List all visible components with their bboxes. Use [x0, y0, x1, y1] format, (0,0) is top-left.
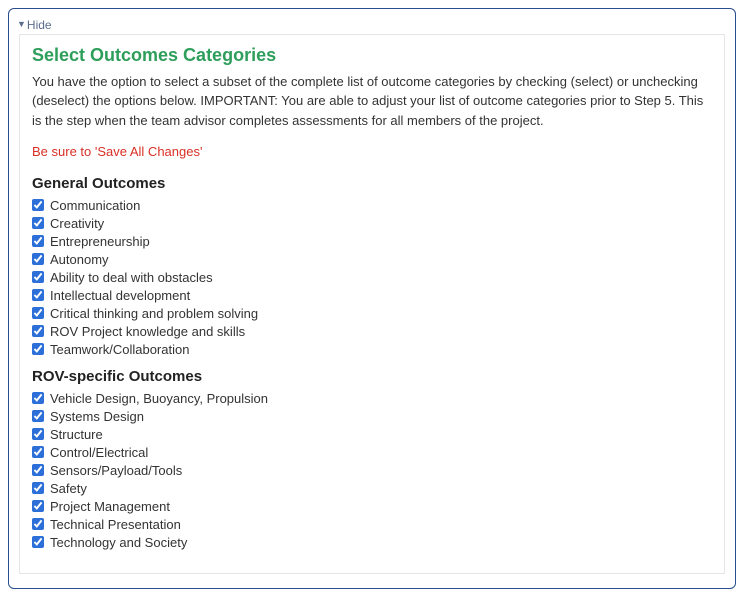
- rov-outcomes-list: Vehicle Design, Buoyancy, Propulsion Syst…: [32, 389, 712, 551]
- outcome-checkbox[interactable]: [32, 464, 44, 476]
- outcome-label[interactable]: Vehicle Design, Buoyancy, Propulsion: [50, 391, 268, 406]
- list-item: Safety: [32, 479, 712, 497]
- list-item: Intellectual development: [32, 286, 712, 304]
- outcome-checkbox[interactable]: [32, 343, 44, 355]
- outcome-label[interactable]: Autonomy: [50, 252, 109, 267]
- outcome-label[interactable]: Critical thinking and problem solving: [50, 306, 258, 321]
- outcome-label[interactable]: Safety: [50, 481, 87, 496]
- list-item: Teamwork/Collaboration: [32, 340, 712, 358]
- outcome-label[interactable]: ROV Project knowledge and skills: [50, 324, 245, 339]
- outcome-label[interactable]: Creativity: [50, 216, 104, 231]
- outcome-label[interactable]: Intellectual development: [50, 288, 190, 303]
- outcome-checkbox[interactable]: [32, 235, 44, 247]
- general-outcomes-list: Communication Creativity Entrepreneurship A…: [32, 196, 712, 358]
- outcome-checkbox[interactable]: [32, 307, 44, 319]
- list-item: Structure: [32, 425, 712, 443]
- list-item: Autonomy: [32, 250, 712, 268]
- outcome-checkbox[interactable]: [32, 500, 44, 512]
- list-item: Project Management: [32, 497, 712, 515]
- outcome-checkbox[interactable]: [32, 253, 44, 265]
- list-item: Critical thinking and problem solving: [32, 304, 712, 322]
- description-text: You have the option to select a subset o…: [32, 72, 712, 131]
- outcome-checkbox[interactable]: [32, 289, 44, 301]
- outcome-label[interactable]: Technology and Society: [50, 535, 187, 550]
- outcome-checkbox[interactable]: [32, 482, 44, 494]
- list-item: Control/Electrical: [32, 443, 712, 461]
- outcomes-panel: ▼ Hide Select Outcomes Categories You ha…: [8, 8, 736, 589]
- outcome-label[interactable]: Systems Design: [50, 409, 144, 424]
- section-heading-general: General Outcomes: [32, 175, 712, 192]
- warning-text: Be sure to 'Save All Changes': [32, 144, 712, 159]
- list-item: Ability to deal with obstacles: [32, 268, 712, 286]
- outcome-checkbox[interactable]: [32, 217, 44, 229]
- outcome-label[interactable]: Structure: [50, 427, 103, 442]
- outcome-checkbox[interactable]: [32, 199, 44, 211]
- outcome-checkbox[interactable]: [32, 325, 44, 337]
- outcome-checkbox[interactable]: [32, 518, 44, 530]
- collapse-icon: ▼: [17, 20, 26, 29]
- outcome-checkbox[interactable]: [32, 392, 44, 404]
- content-box: Select Outcomes Categories You have the …: [19, 34, 725, 575]
- list-item: Technology and Society: [32, 533, 712, 551]
- outcome-label[interactable]: Project Management: [50, 499, 170, 514]
- outcome-label[interactable]: Communication: [50, 198, 140, 213]
- list-item: Vehicle Design, Buoyancy, Propulsion: [32, 389, 712, 407]
- list-item: Technical Presentation: [32, 515, 712, 533]
- list-item: Sensors/Payload/Tools: [32, 461, 712, 479]
- outcome-checkbox[interactable]: [32, 428, 44, 440]
- outcome-checkbox[interactable]: [32, 271, 44, 283]
- list-item: Communication: [32, 196, 712, 214]
- section-heading-rov: ROV-specific Outcomes: [32, 368, 712, 385]
- outcome-label[interactable]: Teamwork/Collaboration: [50, 342, 189, 357]
- outcome-checkbox[interactable]: [32, 410, 44, 422]
- outcome-label[interactable]: Control/Electrical: [50, 445, 148, 460]
- hide-toggle[interactable]: ▼ Hide: [17, 18, 52, 32]
- outcome-checkbox[interactable]: [32, 536, 44, 548]
- list-item: ROV Project knowledge and skills: [32, 322, 712, 340]
- outcome-label[interactable]: Entrepreneurship: [50, 234, 150, 249]
- outcome-label[interactable]: Ability to deal with obstacles: [50, 270, 213, 285]
- outcome-checkbox[interactable]: [32, 446, 44, 458]
- list-item: Entrepreneurship: [32, 232, 712, 250]
- hide-toggle-label: Hide: [27, 18, 52, 32]
- list-item: Creativity: [32, 214, 712, 232]
- outcome-label[interactable]: Sensors/Payload/Tools: [50, 463, 182, 478]
- page-title: Select Outcomes Categories: [32, 45, 712, 66]
- list-item: Systems Design: [32, 407, 712, 425]
- outcome-label[interactable]: Technical Presentation: [50, 517, 181, 532]
